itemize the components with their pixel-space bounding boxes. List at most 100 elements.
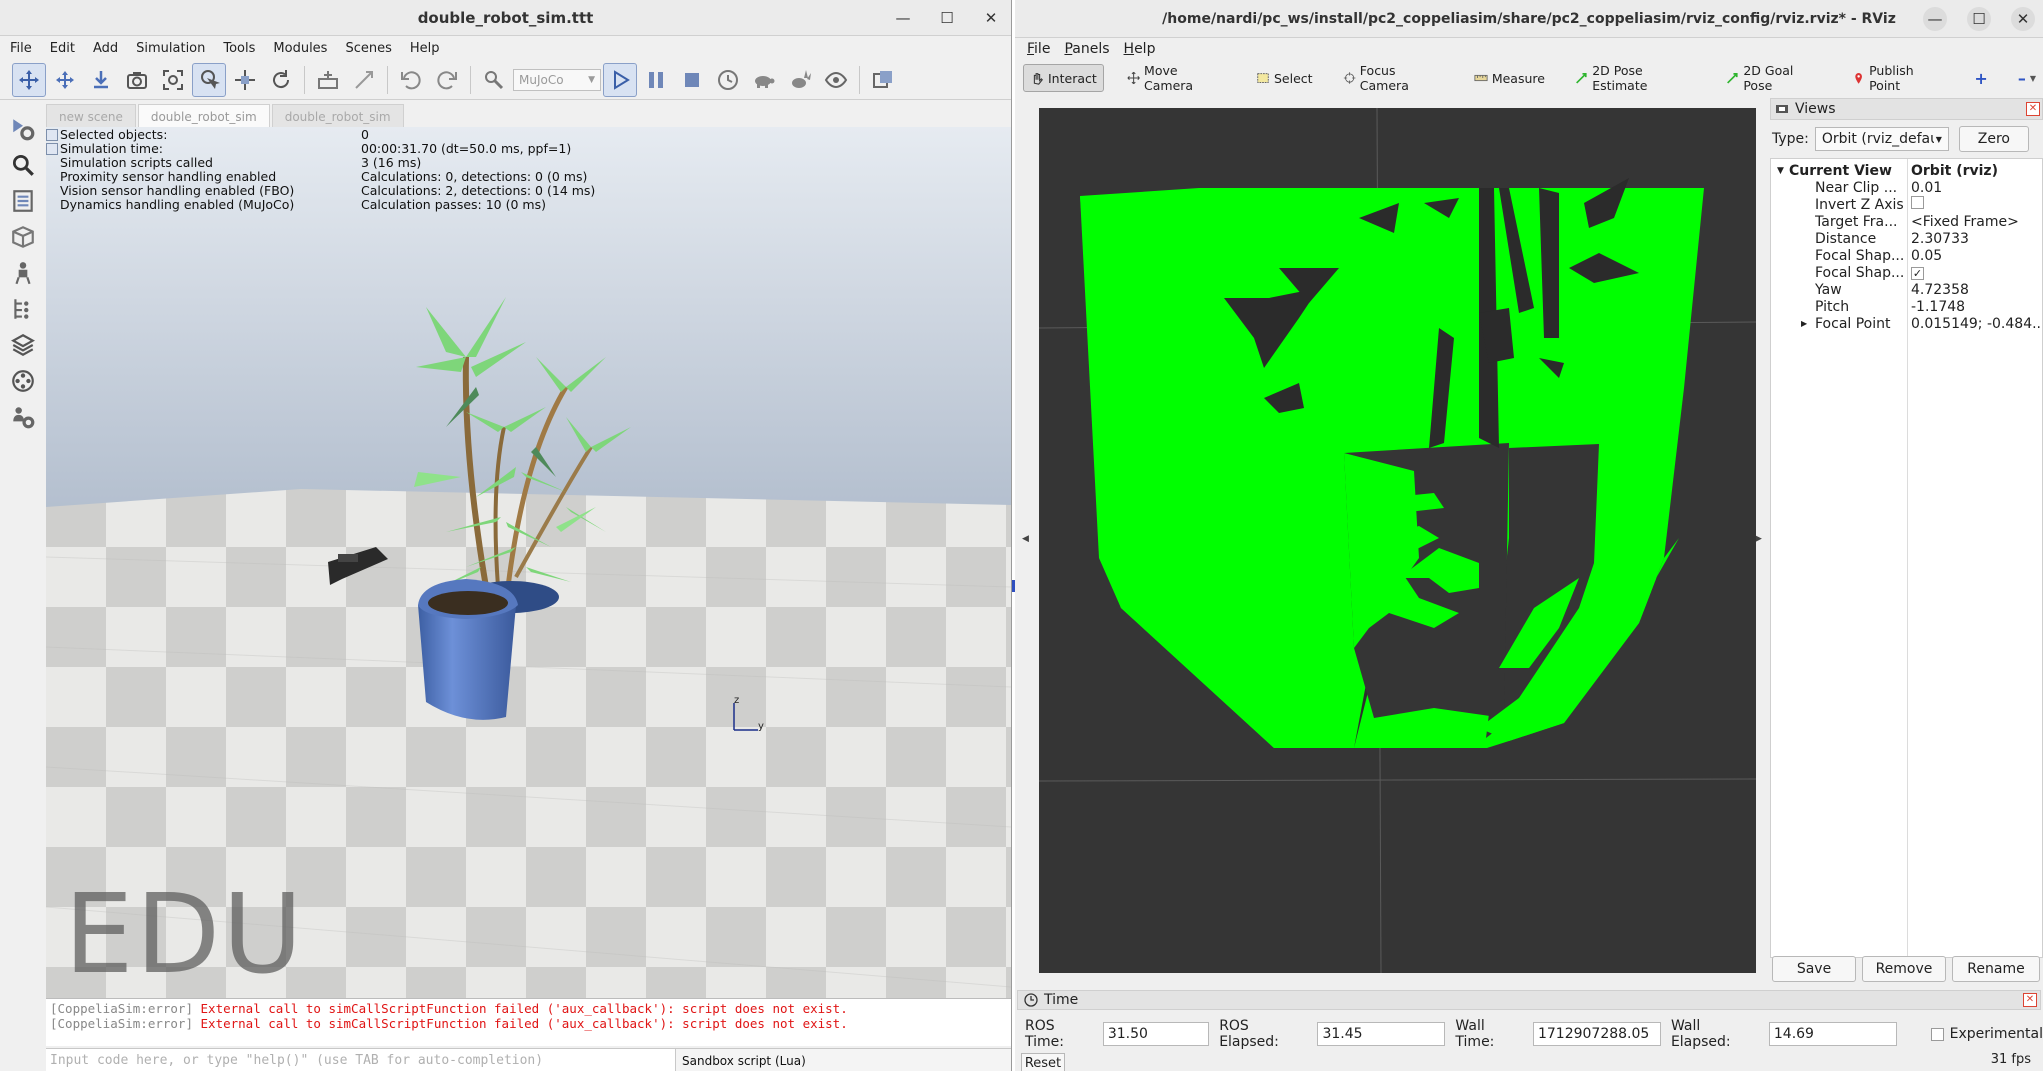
tree-row-pitch[interactable]: Pitch -1.1748 [1771,298,2042,315]
page-selector-button[interactable] [866,63,900,97]
close-icon[interactable]: ✕ [2026,102,2040,116]
object-shift-button[interactable] [228,63,262,97]
menu-scenes[interactable]: Scenes [345,41,391,56]
collapse-right-icon[interactable]: ▶ [1755,534,1762,544]
invert-z-checkbox[interactable] [1911,196,1924,209]
collapse-left-icon[interactable]: ◀ [1022,534,1029,544]
user-settings-button[interactable] [7,402,39,432]
tree-row-distance[interactable]: Distance 2.30733 [1771,230,2042,247]
maximize-icon[interactable]: ☐ [1967,7,1991,31]
tool-interact[interactable]: Interact [1023,64,1104,92]
menu-edit[interactable]: Edit [50,41,75,56]
fit-to-view-button[interactable] [156,63,190,97]
camera-shift-button[interactable] [84,63,118,97]
model-browser-button[interactable] [7,150,39,180]
ros-elapsed-field[interactable]: 31.45 [1317,1022,1446,1046]
add-tool-button[interactable]: + [1967,64,1994,92]
assemble-button[interactable] [311,63,345,97]
visualization-toggle-button[interactable] [819,63,853,97]
tree-row-focal-point[interactable]: ▶ Focal Point 0.015149; -0.484... [1771,315,2042,332]
menu-panels[interactable]: Panels [1064,41,1109,57]
tool-select[interactable]: Select [1249,64,1320,92]
rename-view-button[interactable]: Rename [1952,956,2040,982]
tab-new-scene[interactable]: new scene [46,104,136,128]
status-console[interactable]: [CoppeliaSim:error] External call to sim… [46,998,1011,1046]
stop-simulation-button[interactable] [675,63,709,97]
pause-simulation-button[interactable] [639,63,673,97]
simulation-settings-button[interactable] [7,114,39,144]
toolbar-separator [470,65,471,94]
rabbit-icon [792,69,811,88]
tree-row-invert-z[interactable]: Invert Z Axis [1771,196,2042,213]
slower-button[interactable] [747,63,781,97]
experimental-checkbox[interactable] [1930,1027,1944,1041]
menu-simulation[interactable]: Simulation [136,41,205,56]
ros-time-field[interactable]: 31.50 [1102,1022,1210,1046]
scripts-button[interactable] [7,366,39,396]
remove-tool-button[interactable]: – ▼ [2011,64,2043,92]
zero-button[interactable]: Zero [1958,126,2029,152]
wall-elapsed-field[interactable]: 14.69 [1768,1022,1897,1046]
graph-button[interactable] [7,294,39,324]
click-select-button[interactable] [192,62,226,97]
rviz-3d-viewport[interactable] [1039,108,1756,973]
script-selector[interactable]: Sandbox script (Lua) [676,1049,1011,1071]
tree-row-current-view[interactable]: ▼ Current View Orbit (rviz) [1771,162,2042,179]
menu-help[interactable]: Help [1124,41,1156,57]
object-rotate-button[interactable] [264,63,298,97]
save-view-button[interactable]: Save [1772,956,1856,982]
minimize-icon[interactable]: — [891,6,915,30]
undo-button[interactable] [394,63,428,97]
camera-rotate-button[interactable] [48,63,82,97]
close-icon[interactable]: ✕ [2011,7,2035,31]
menu-help[interactable]: Help [410,41,440,56]
scene-viewport[interactable]: z y [46,127,1011,999]
maximize-icon[interactable]: ☐ [935,6,959,30]
redo-button[interactable] [430,63,464,97]
tool-move-camera[interactable]: Move Camera [1120,63,1233,93]
start-simulation-button[interactable] [603,62,637,97]
tool-publish-point[interactable]: Publish Point [1845,63,1952,93]
info-toggle-checkbox[interactable] [46,129,58,141]
info-key: Simulation time: [60,141,164,156]
tool-2d-pose-estimate[interactable]: 2D Pose Estimate [1568,63,1703,93]
menu-add[interactable]: Add [93,41,118,56]
menu-tools[interactable]: Tools [223,41,255,56]
info-toggle-checkbox[interactable] [46,143,58,155]
robot-button[interactable] [7,258,39,288]
remove-view-button[interactable]: Remove [1862,956,1946,982]
tool-focus-camera[interactable]: Focus Camera [1336,63,1451,93]
tree-row-focal-shape-fixed[interactable]: Focal Shap... ✓ [1771,264,2042,281]
menu-modules[interactable]: Modules [273,41,327,56]
menu-file[interactable]: File [10,41,32,56]
menu-file[interactable]: File [1027,41,1050,57]
scene-hierarchy-button[interactable] [7,186,39,216]
tab-double-robot-sim-active[interactable]: double_robot_sim [137,104,270,128]
dynamics-toggle-button[interactable] [477,63,511,97]
tree-row-near-clip[interactable]: Near Clip ... 0.01 [1771,179,2042,196]
command-input[interactable]: Input code here, or type "help()" (use T… [46,1049,676,1071]
collections-button[interactable] [7,330,39,360]
close-icon[interactable]: ✕ [979,6,1003,30]
tree-row-target-frame[interactable]: Target Fra... <Fixed Frame> [1771,213,2042,230]
tool-measure[interactable]: Measure [1467,64,1552,92]
camera-angle-button[interactable] [120,63,154,97]
tab-double-robot-sim[interactable]: double_robot_sim [271,104,404,128]
physics-engine-select[interactable]: MuJoCo ▼ [513,68,601,91]
rviz-window-controls: — ☐ ✕ [1923,0,2035,38]
tree-row-yaw[interactable]: Yaw 4.72358 [1771,281,2042,298]
minimize-icon[interactable]: — [1923,7,1947,31]
realtime-button[interactable] [711,63,745,97]
reset-button[interactable]: Reset [1021,1053,1065,1071]
view-properties-tree[interactable]: ▼ Current View Orbit (rviz) Near Clip ..… [1770,158,2043,958]
focal-shape-fixed-checkbox[interactable]: ✓ [1911,266,1924,280]
close-icon[interactable]: ✕ [2023,993,2037,1007]
layers-button[interactable] [7,222,39,252]
transfer-dna-button[interactable] [347,63,381,97]
wall-time-field[interactable]: 1712907288.05 [1532,1022,1661,1046]
camera-pan-button[interactable] [12,62,46,97]
tool-2d-goal-pose[interactable]: 2D Goal Pose [1719,63,1829,93]
view-type-select[interactable]: Orbit (rviz_default_plugins) ▼ [1814,127,1949,151]
tree-row-focal-shape-size[interactable]: Focal Shap... 0.05 [1771,247,2042,264]
faster-button[interactable] [783,63,817,97]
